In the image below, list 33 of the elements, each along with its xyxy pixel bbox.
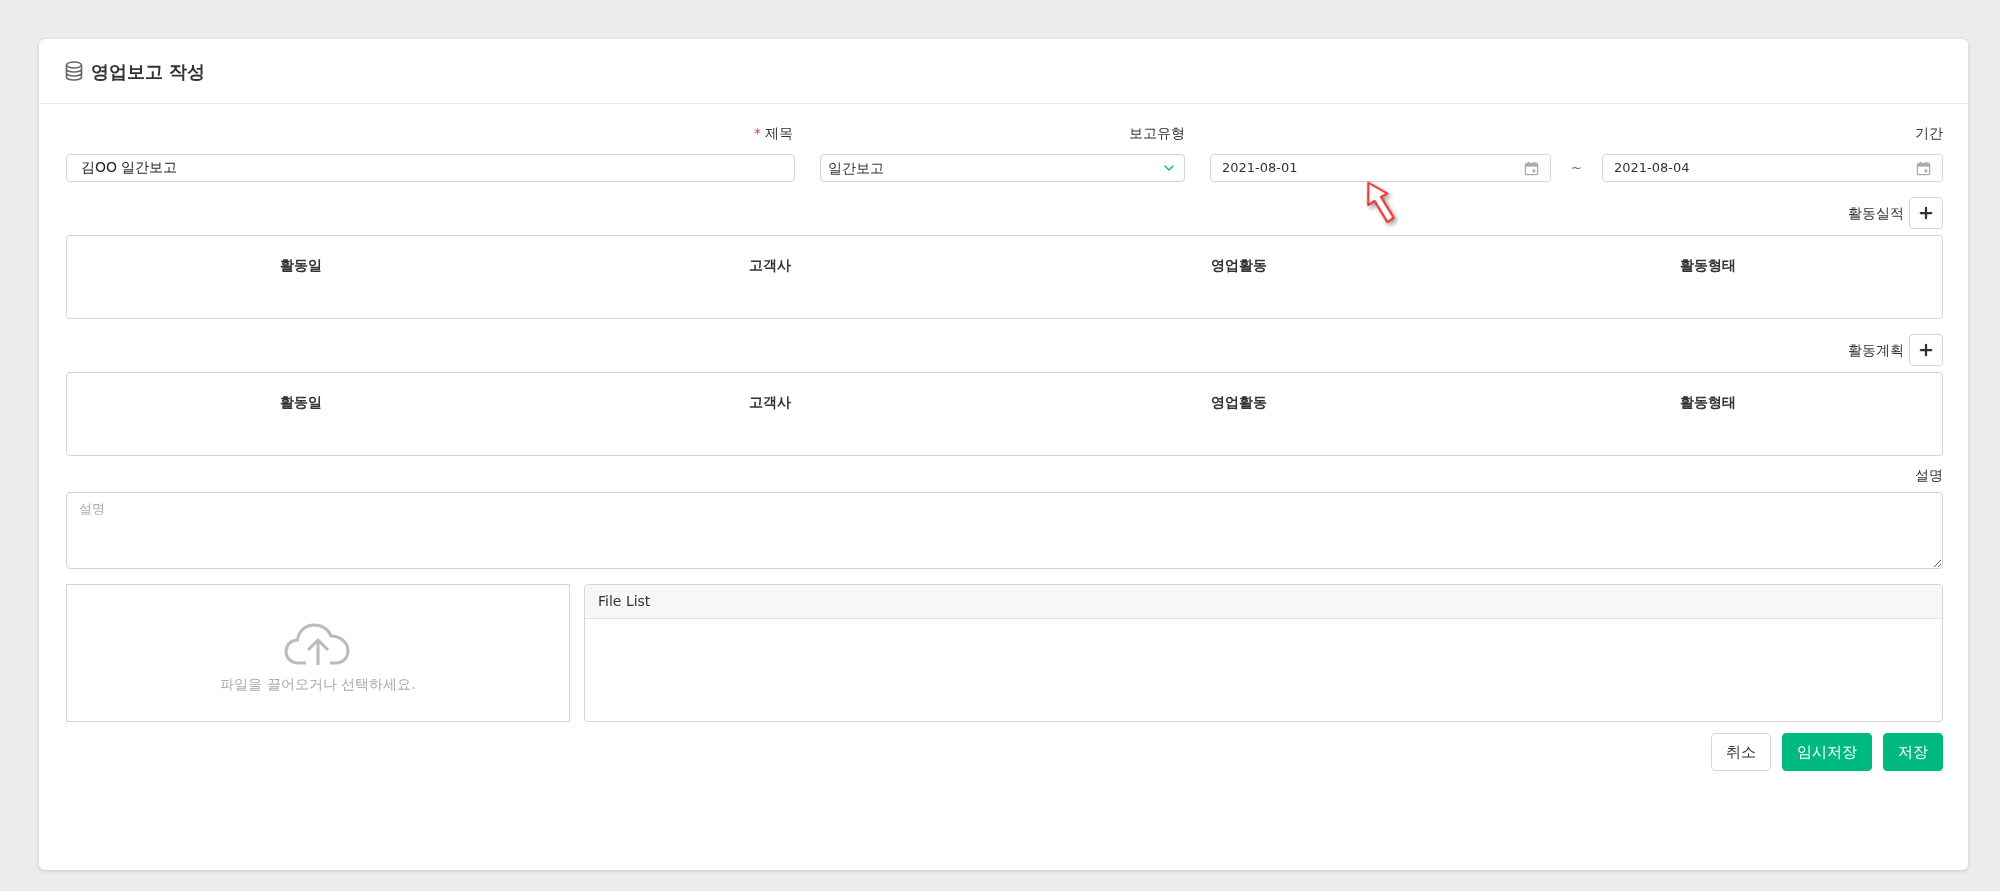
cloud-upload-icon: [284, 621, 352, 666]
field-label: 제목: [765, 124, 793, 143]
action-button[interactable]: 취소: [1711, 733, 1771, 771]
database-icon: [65, 61, 83, 81]
column-header: 활동형태: [1679, 393, 1736, 412]
column-header: 영업활동: [1210, 256, 1267, 275]
title-input[interactable]: 김OO 일간보고: [66, 154, 795, 182]
start-date-field[interactable]: 2021-08-01: [1210, 154, 1551, 182]
file-list-title: File List: [598, 592, 651, 611]
calendar-icon: [1524, 160, 1539, 176]
field-label: 설명: [1915, 466, 1943, 485]
section-label: 활동실적: [1848, 203, 1904, 223]
range-separator: ~: [1571, 159, 1582, 178]
page-title: 영업보고 작성: [91, 59, 206, 84]
add-button[interactable]: [1909, 334, 1943, 366]
report-type-select[interactable]: 일간보고: [820, 154, 1185, 182]
plus-icon: [1917, 204, 1935, 222]
field-label: 기간: [1915, 124, 1943, 143]
upload-hint: 파일을 끌어오거나 선택하세요.: [220, 674, 416, 694]
column-header: 영업활동: [1210, 393, 1267, 412]
required-mark: *: [754, 124, 761, 143]
field-label: 보고유형: [1129, 124, 1185, 143]
add-button[interactable]: [1909, 197, 1943, 229]
description-textarea[interactable]: 설명: [66, 492, 1943, 569]
column-header: 활동일: [280, 256, 323, 275]
section-label: 활동계획: [1848, 340, 1904, 360]
column-header: 활동일: [280, 393, 323, 412]
column-header: 고객사: [749, 393, 792, 412]
column-header: 활동형태: [1679, 256, 1736, 275]
end-date-field[interactable]: 2021-08-04: [1602, 154, 1943, 182]
column-header: 고객사: [749, 256, 792, 275]
calendar-icon: [1916, 160, 1931, 176]
plus-icon: [1917, 341, 1935, 359]
